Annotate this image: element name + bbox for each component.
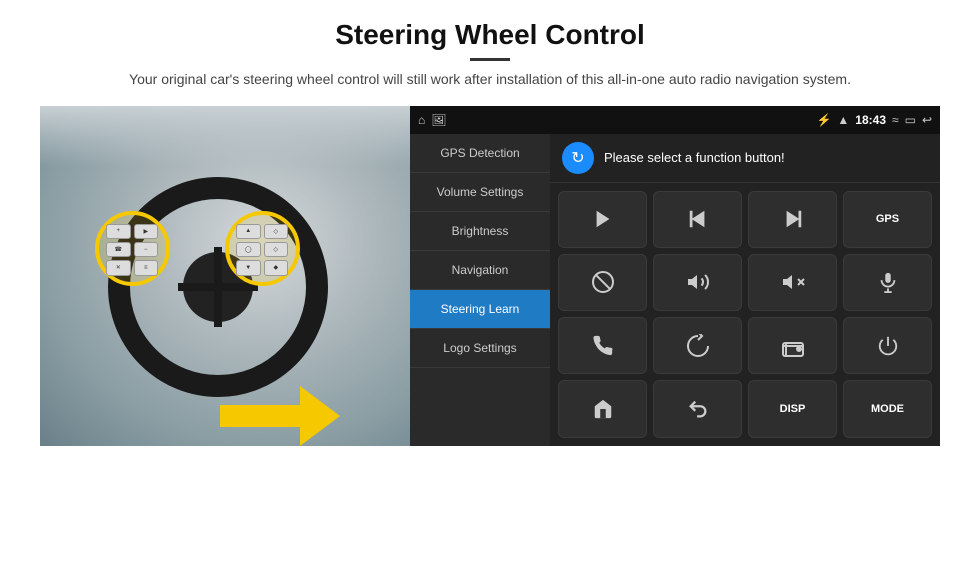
- signal-icon: ≈: [892, 113, 899, 127]
- sw-btn-r1: ▲: [236, 224, 261, 239]
- sw-btn-src: ≡: [134, 260, 159, 275]
- func-btn-play[interactable]: [558, 191, 647, 248]
- arrow-head: [300, 386, 340, 446]
- func-btn-volume-up[interactable]: [653, 254, 742, 311]
- sw-btn-hangup: ✕: [106, 260, 131, 275]
- spoke-vertical: [214, 247, 222, 327]
- arrow-shape: [220, 391, 340, 441]
- func-btn-no-music[interactable]: [558, 254, 647, 311]
- refresh-icon[interactable]: ↻: [562, 142, 594, 174]
- wifi-icon: ▲: [837, 113, 849, 127]
- sw-btn-phone: ☎: [106, 242, 131, 257]
- func-btn-volume-down[interactable]: [748, 254, 837, 311]
- title-section: Steering Wheel Control Your original car…: [40, 18, 940, 100]
- func-btn-mic[interactable]: [843, 254, 932, 311]
- clock-display: 18:43: [855, 113, 886, 127]
- subtitle-text: Your original car's steering wheel contr…: [40, 69, 940, 90]
- menu-item-brightness[interactable]: Brightness: [410, 212, 550, 251]
- page-wrapper: Steering Wheel Control Your original car…: [0, 0, 980, 564]
- function-title: Please select a function button!: [604, 150, 785, 165]
- func-btn-gps[interactable]: GPS: [843, 191, 932, 248]
- button-grid-left: + ▶ ☎ − ✕ ≡: [98, 216, 166, 284]
- arrow-body: [220, 405, 300, 427]
- func-btn-home[interactable]: [558, 380, 647, 437]
- status-icons-left: ⌂ 🖼: [418, 113, 446, 127]
- title-divider: [470, 58, 510, 61]
- menu-panel: GPS Detection Volume Settings Brightness…: [410, 134, 550, 446]
- func-btn-skip-forward[interactable]: [748, 191, 837, 248]
- home-status-icon: ⌂: [418, 113, 425, 127]
- func-btn-power[interactable]: [843, 317, 932, 374]
- image-status-icon: 🖼: [431, 113, 446, 127]
- sw-btn-r5: ▼: [236, 260, 261, 275]
- content-area: + ▶ ☎ − ✕ ≡ ▲ ◇ ◯ ◇ ▼ ◆: [40, 106, 940, 446]
- func-btn-undo[interactable]: [653, 380, 742, 437]
- func-btn-radio[interactable]: [748, 317, 837, 374]
- back-nav-icon[interactable]: ↩: [922, 113, 932, 127]
- func-btn-disp[interactable]: DISP: [748, 380, 837, 437]
- steering-wheel-bg: + ▶ ☎ − ✕ ≡ ▲ ◇ ◯ ◇ ▼ ◆: [40, 106, 410, 446]
- status-icons-right: ⚡ ▲ 18:43 ≈ ▭ ↩: [816, 113, 932, 127]
- func-btn-phone[interactable]: [558, 317, 647, 374]
- menu-item-gps-detection[interactable]: GPS Detection: [410, 134, 550, 173]
- head-unit: ⌂ 🖼 ⚡ ▲ 18:43 ≈ ▭ ↩ GPS Detection Volume: [410, 106, 940, 446]
- menu-item-navigation[interactable]: Navigation: [410, 251, 550, 290]
- func-btn-rotate[interactable]: [653, 317, 742, 374]
- sw-btn-plus: +: [106, 224, 131, 239]
- sw-btn-mode: ▶: [134, 224, 159, 239]
- sw-btn-r2: ◇: [264, 224, 289, 239]
- steering-wheel-ring: [108, 177, 328, 397]
- sw-btn-r4: ◇: [264, 242, 289, 257]
- page-title: Steering Wheel Control: [40, 18, 940, 52]
- sw-btn-minus: −: [134, 242, 159, 257]
- status-bar: ⌂ 🖼 ⚡ ▲ 18:43 ≈ ▭ ↩: [410, 106, 940, 134]
- func-btn-mode[interactable]: MODE: [843, 380, 932, 437]
- bluetooth-icon: ⚡: [816, 113, 831, 127]
- menu-item-logo-settings[interactable]: Logo Settings: [410, 329, 550, 368]
- dashboard-bg: [40, 106, 410, 166]
- func-btn-skip-back[interactable]: [653, 191, 742, 248]
- sw-btn-r6: ◆: [264, 260, 289, 275]
- steering-wheel-image: + ▶ ☎ − ✕ ≡ ▲ ◇ ◯ ◇ ▼ ◆: [40, 106, 410, 446]
- function-header: ↻ Please select a function button!: [550, 134, 940, 183]
- menu-item-steering-learn[interactable]: Steering Learn: [410, 290, 550, 329]
- menu-item-volume-settings[interactable]: Volume Settings: [410, 173, 550, 212]
- battery-icon: ▭: [905, 113, 916, 127]
- sw-btn-r3: ◯: [236, 242, 261, 257]
- function-panel: ↻ Please select a function button!: [550, 134, 940, 446]
- main-content: GPS Detection Volume Settings Brightness…: [410, 134, 940, 446]
- button-grid-right: ▲ ◇ ◯ ◇ ▼ ◆: [228, 216, 296, 284]
- function-grid: GPS: [550, 183, 940, 446]
